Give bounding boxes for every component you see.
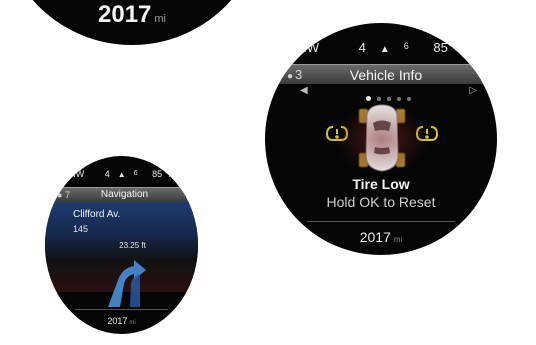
menu-title-bar[interactable]: ● 3 Vehicle Info — [275, 64, 497, 84]
top-odometer: 2017 mi — [0, 1, 264, 29]
odometer: 2017 mi — [45, 316, 198, 326]
distance-to-turn: 23.25 ft — [119, 241, 146, 250]
gear-next: 6 — [403, 41, 409, 51]
divider — [75, 309, 168, 310]
outside-temperature: 85 °F — [433, 40, 465, 55]
house-number: 145 — [73, 224, 89, 234]
vehicle-info-cluster-display: NW 4 ▲ 6 85 °F ● 3 Vehicle Info ◀ ▷ Tire… — [265, 23, 497, 255]
odometer-value: 2017 — [359, 229, 391, 245]
top-odometer-value: 2017 — [98, 1, 152, 28]
page-indicator: ◀ ▷ — [300, 85, 477, 101]
outside-temperature: 85 °F — [152, 169, 174, 179]
odometer-unit: mi — [393, 235, 403, 244]
odometer-unit: mi — [129, 320, 136, 326]
menu-title: Navigation — [100, 189, 149, 200]
street-name: Clifford Av. — [73, 209, 121, 220]
gear-shift-icon: ▲ — [379, 44, 390, 55]
tire-status-label: Tire Low — [352, 176, 410, 192]
divider — [307, 221, 455, 222]
reset-hint-label: Hold OK to Reset — [326, 194, 436, 210]
tire-pressure-diagram — [315, 103, 449, 175]
status-bar: NW 4 ▲ 6 85 °F — [45, 169, 198, 179]
warning-glow — [335, 103, 429, 175]
page-dot-active — [366, 96, 371, 101]
top-odometer-unit: mi — [154, 13, 166, 25]
compass-heading: NW — [69, 169, 85, 179]
odometer-value: 2017 — [107, 316, 128, 326]
compass-heading: NW — [297, 40, 320, 55]
top-cluster-display: 2017 mi — [0, 0, 264, 45]
gear-indicator: 4 ▲ 6 — [101, 169, 142, 179]
page-dot — [387, 97, 391, 101]
menu-title: Vehicle Info — [349, 67, 423, 83]
page-dot — [377, 97, 381, 101]
page-right-arrow-icon[interactable]: ▷ — [469, 85, 477, 96]
gear-current: 4 — [104, 169, 110, 179]
gear-current: 4 — [358, 40, 366, 55]
page-dot — [407, 97, 411, 101]
gear-indicator: 4 ▲ 6 — [352, 40, 416, 55]
odometer: 2017 mi — [265, 229, 497, 245]
gear-next: 6 — [133, 170, 138, 177]
gear-shift-icon: ▲ — [117, 170, 126, 179]
navigation-cluster-display: NW 4 ▲ 6 85 °F ● 7 Navigation Clifford Av.… — [45, 156, 198, 334]
status-bar: NW 4 ▲ 6 85 °F — [265, 40, 497, 55]
page-dot — [397, 97, 401, 101]
menu-title-bar[interactable]: ● 7 Navigation — [51, 187, 198, 202]
turn-arrow-icon — [108, 260, 146, 307]
